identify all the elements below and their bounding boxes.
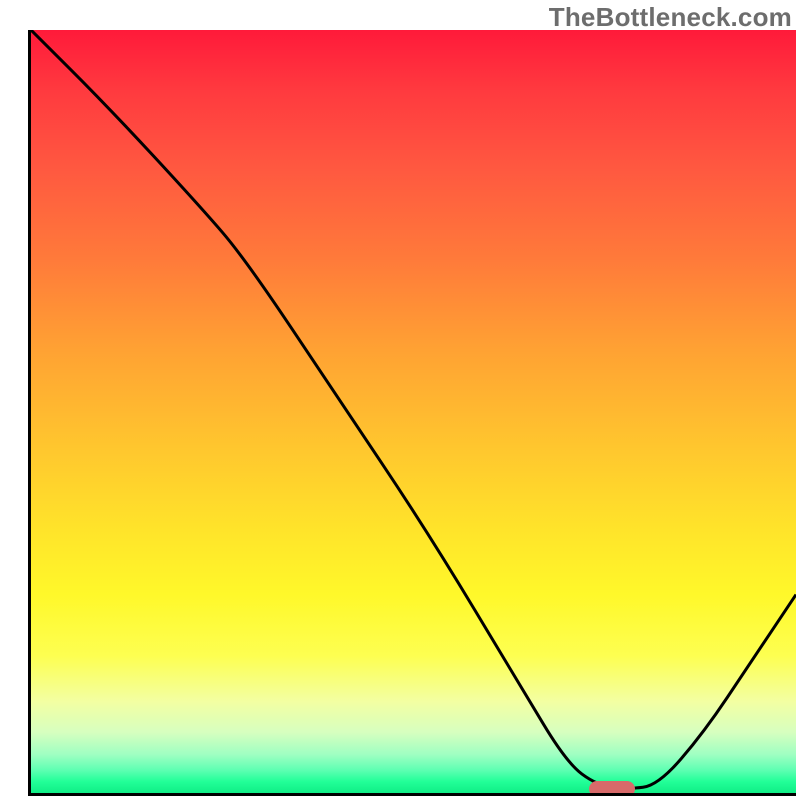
watermark-text: TheBottleneck.com	[549, 2, 792, 33]
chart-frame: TheBottleneck.com	[0, 0, 800, 800]
plot-area	[28, 30, 796, 796]
bottleneck-curve	[31, 30, 796, 793]
curve-path	[31, 30, 796, 788]
optimum-marker	[589, 781, 635, 796]
